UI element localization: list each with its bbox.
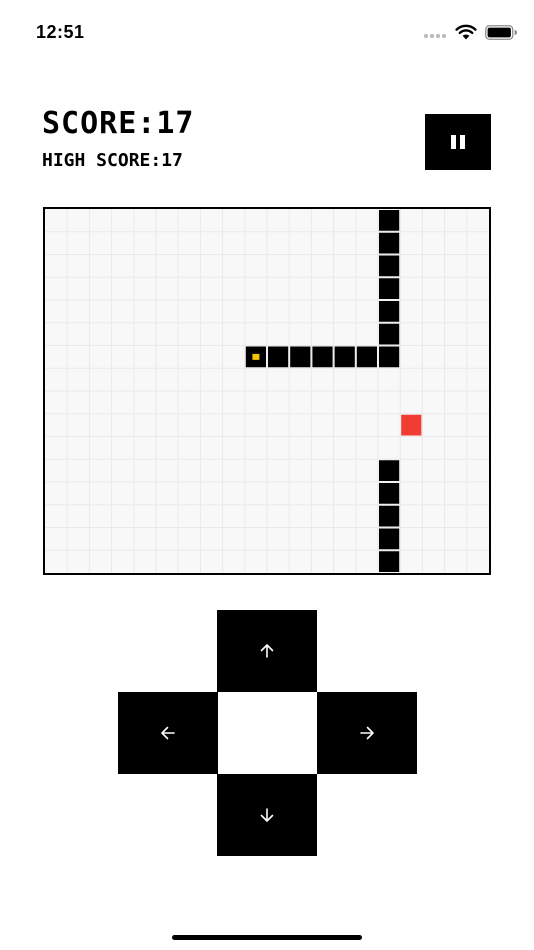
snake-eye bbox=[252, 353, 260, 360]
snake-segment bbox=[290, 346, 311, 368]
high-score-display: HIGH SCORE:17 bbox=[42, 150, 183, 171]
snake-segment bbox=[356, 346, 377, 368]
up-button[interactable] bbox=[217, 610, 317, 692]
status-time: 12:51 bbox=[36, 22, 85, 42]
snake-segment bbox=[268, 346, 289, 368]
left-arrow-icon bbox=[161, 726, 175, 740]
up-arrow-icon bbox=[260, 644, 274, 658]
snake-segment bbox=[379, 346, 400, 368]
home-indicator bbox=[172, 935, 362, 940]
snake-segment bbox=[379, 528, 400, 550]
right-button[interactable] bbox=[317, 692, 417, 774]
down-arrow-icon bbox=[260, 808, 274, 822]
snake-segment bbox=[379, 210, 400, 231]
snake-segment bbox=[379, 460, 400, 481]
snake-segment bbox=[379, 232, 400, 254]
high-score-label: HIGH SCORE: bbox=[42, 150, 162, 171]
score-label: SCORE: bbox=[42, 106, 157, 141]
signal-dots-icon bbox=[424, 34, 446, 38]
game-board bbox=[43, 207, 491, 575]
down-button[interactable] bbox=[217, 774, 317, 856]
left-button[interactable] bbox=[118, 692, 218, 774]
snake-segment bbox=[334, 346, 355, 368]
pause-button[interactable] bbox=[425, 114, 491, 170]
snake-segment bbox=[379, 505, 400, 527]
pause-icon bbox=[451, 135, 465, 149]
snake-segment bbox=[379, 301, 400, 322]
board-grid bbox=[45, 209, 489, 573]
snake-segment bbox=[379, 323, 400, 345]
right-arrow-icon bbox=[360, 726, 374, 740]
score-display: SCORE:17 bbox=[42, 106, 195, 141]
food-pellet bbox=[401, 414, 422, 436]
high-score-value: 17 bbox=[161, 150, 183, 171]
wifi-icon bbox=[455, 24, 477, 40]
snake-segment bbox=[379, 278, 400, 299]
snake-segment bbox=[312, 346, 333, 368]
status-bar: 12:51 bbox=[0, 0, 534, 60]
score-value: 17 bbox=[156, 106, 195, 141]
battery-icon bbox=[485, 25, 517, 40]
snake-segment bbox=[379, 551, 400, 572]
snake-segment bbox=[379, 255, 400, 277]
snake-segment bbox=[379, 483, 400, 504]
